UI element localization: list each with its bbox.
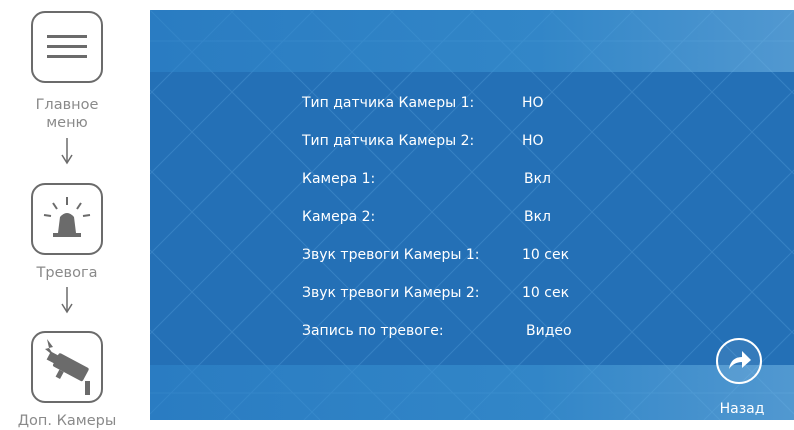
setting-value[interactable]: 10 сек	[522, 284, 569, 302]
alarm-label: Тревога	[36, 265, 98, 281]
alarm-button[interactable]	[31, 183, 103, 255]
extra-cameras-label: Доп. Камеры	[17, 413, 117, 429]
extra-cameras-button[interactable]	[31, 331, 103, 403]
back-arrow-icon	[729, 351, 751, 369]
setting-label: Запись по тревоге:	[302, 323, 444, 339]
setting-value[interactable]: НО	[522, 94, 544, 112]
main-menu-label: Главное меню	[35, 97, 99, 131]
back-button[interactable]: Назад	[712, 336, 784, 417]
arrow-down-icon	[61, 138, 73, 165]
setting-value[interactable]: Вкл	[524, 208, 551, 226]
setting-value[interactable]: НО	[522, 132, 544, 150]
setting-value[interactable]: 10 сек	[522, 246, 569, 264]
camera-icon	[45, 339, 90, 395]
alarm-settings-panel: Тип датчика Камеры 1: НО Тип датчика Кам…	[150, 10, 794, 420]
footer-band	[150, 365, 794, 420]
menu-icon	[47, 35, 87, 58]
back-circle	[716, 338, 762, 384]
main-menu-button[interactable]	[31, 11, 103, 83]
back-label: Назад	[719, 401, 765, 417]
setting-label: Звук тревоги Камеры 2:	[302, 285, 480, 301]
setting-label: Звук тревоги Камеры 1:	[302, 247, 480, 263]
setting-label: Камера 2:	[302, 209, 376, 225]
header-band	[150, 10, 794, 72]
arrow-down-icon	[61, 287, 73, 314]
navigation-sidebar: Главное меню Тревога Доп. Камеры	[0, 0, 150, 429]
alarm-siren-icon	[43, 197, 91, 237]
setting-label: Камера 1:	[302, 171, 376, 187]
setting-label: Тип датчика Камеры 1:	[302, 95, 475, 111]
setting-value[interactable]: Видео	[526, 322, 572, 340]
setting-value[interactable]: Вкл	[524, 170, 551, 188]
setting-label: Тип датчика Камеры 2:	[302, 133, 475, 149]
